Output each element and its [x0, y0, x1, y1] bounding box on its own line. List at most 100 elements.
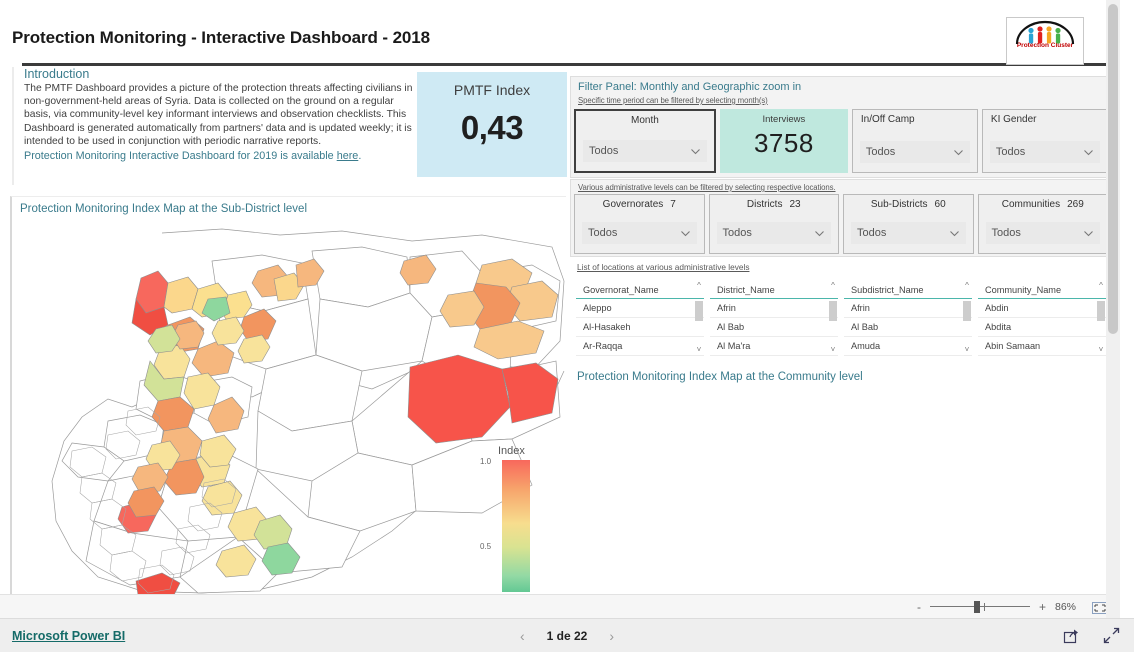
slicer-in-off-camp[interactable]: In/Off Camp Todos — [851, 109, 978, 173]
slicer-month-dropdown[interactable]: Todos — [583, 140, 707, 162]
subdistrict-map-panel: Protection Monitoring Index Map at the S… — [10, 196, 566, 595]
legend-gradient-wrap: 1.0 0.5 — [480, 457, 544, 592]
slicer-governorates-header: Governorates 7 — [575, 195, 704, 210]
listbox-governorate-scrollbar[interactable]: ^ ˅ — [694, 281, 704, 356]
zoom-out-button[interactable]: - — [917, 600, 921, 614]
page-scrollbar[interactable] — [1106, 0, 1120, 618]
slicer-communities[interactable]: Communities 269 Todos — [977, 194, 1108, 254]
slicer-in-off-camp-dropdown[interactable]: Todos — [859, 141, 970, 163]
slicer-month-value: Todos — [589, 145, 619, 157]
list-item[interactable]: Amuda — [844, 337, 972, 356]
page-indicator: 1 de 22 — [546, 628, 588, 643]
link-prefix-text: Protection Monitoring Interactive Dashbo… — [24, 150, 337, 163]
page-scrollbar-thumb[interactable] — [1108, 4, 1118, 334]
list-item[interactable]: Abdin — [978, 299, 1106, 318]
scroll-up-icon[interactable]: ^ — [962, 281, 972, 292]
report-footer: Microsoft Power BI ‹ 1 de 22 › — [0, 618, 1134, 652]
filter-panel: Filter Panel: Monthly and Geographic zoo… — [570, 76, 1110, 178]
listbox-subdistrict[interactable]: Subdistrict_Name Afrin Al Bab Amuda ^ ˅ — [844, 281, 972, 356]
slicer-communities-count: 269 — [1067, 199, 1084, 210]
slicer-sub-districts-dropdown[interactable]: Todos — [851, 222, 966, 244]
scroll-down-icon[interactable]: ˅ — [828, 345, 838, 356]
zoom-slider-thumb[interactable] — [973, 600, 980, 613]
slicer-districts[interactable]: Districts 23 Todos — [708, 194, 839, 254]
chevron-down-icon — [1083, 147, 1094, 158]
scroll-down-icon[interactable]: ˅ — [694, 345, 704, 356]
listbox-subdistrict-header: Subdistrict_Name — [844, 281, 972, 299]
slicer-ki-gender-dropdown[interactable]: Todos — [989, 141, 1100, 163]
slicer-governorates-value: Todos — [588, 227, 618, 239]
legend-title: Index — [498, 445, 525, 457]
listbox-district[interactable]: District_Name Afrin Al Bab Al Ma'ra ^ ˅ — [710, 281, 838, 356]
filter-slicer-row: Month Todos Interviews 3758 In/Off Camp — [574, 109, 1108, 173]
list-item[interactable]: Al Ma'ra — [710, 337, 838, 356]
slicer-ki-gender-label: KI Gender — [990, 114, 1037, 125]
list-item[interactable]: Ar-Raqqa — [576, 337, 704, 356]
geo-slicer-row: Governorates 7 Todos Districts 23 Todos — [574, 194, 1108, 254]
zoom-toolbar: - + 86% — [0, 594, 1120, 618]
slicer-districts-dropdown[interactable]: Todos — [716, 222, 831, 244]
zoom-slider[interactable] — [929, 600, 1030, 613]
map-legend: Index 1.0 0.5 — [480, 445, 544, 592]
list-item[interactable]: Afrin — [710, 299, 838, 318]
community-map-title: Protection Monitoring Index Map at the C… — [577, 371, 863, 383]
listbox-community-header: Community_Name — [978, 281, 1106, 299]
slicer-governorates[interactable]: Governorates 7 Todos — [574, 194, 705, 254]
list-item[interactable]: Aleppo — [576, 299, 704, 318]
list-item[interactable]: Abin Samaan — [978, 337, 1106, 356]
legend-tick-high: 1.0 — [480, 457, 492, 466]
scrollbar-thumb[interactable] — [963, 301, 971, 321]
slicer-governorates-dropdown[interactable]: Todos — [582, 222, 697, 244]
scroll-up-icon[interactable]: ^ — [1096, 281, 1106, 292]
previous-page-icon[interactable]: ‹ — [520, 628, 525, 644]
listbox-district-scrollbar[interactable]: ^ ˅ — [828, 281, 838, 356]
zoom-slider-tick — [983, 602, 985, 611]
scroll-up-icon[interactable]: ^ — [694, 281, 704, 292]
slicer-in-off-camp-label: In/Off Camp — [860, 114, 915, 125]
chevron-down-icon — [949, 228, 960, 239]
list-item[interactable]: Al Bab — [710, 318, 838, 337]
scroll-down-icon[interactable]: ˅ — [1096, 345, 1106, 356]
scrollbar-thumb[interactable] — [1097, 301, 1105, 321]
listbox-community[interactable]: Community_Name Abdin Abdita Abin Samaan … — [978, 281, 1106, 356]
slicer-sub-districts[interactable]: Sub-Districts 60 Todos — [843, 194, 974, 254]
slicer-communities-value: Todos — [991, 227, 1021, 239]
subdistrict-map-title: Protection Monitoring Index Map at the S… — [20, 203, 307, 215]
listbox-community-scrollbar[interactable]: ^ ˅ — [1096, 281, 1106, 356]
pmtf-index-card: PMTF Index 0,43 — [417, 72, 567, 177]
scroll-down-icon[interactable]: ˅ — [962, 345, 972, 356]
list-item[interactable]: Al Bab — [844, 318, 972, 337]
share-icon[interactable] — [1063, 628, 1079, 644]
slicer-sub-districts-value: Todos — [857, 227, 887, 239]
slicer-sub-districts-label: Sub-Districts — [870, 199, 928, 210]
list-item[interactable]: Al-Hasakeh — [576, 318, 704, 337]
listbox-governorate-header: Governorat_Name — [576, 281, 704, 299]
location-lists: Governorat_Name Aleppo Al-Hasakeh Ar-Raq… — [576, 281, 1106, 356]
listbox-governorate[interactable]: Governorat_Name Aleppo Al-Hasakeh Ar-Raq… — [576, 281, 704, 356]
report-canvas: Protection Monitoring - Interactive Dash… — [0, 0, 1120, 618]
pmtf-index-label: PMTF Index — [453, 82, 531, 98]
scrollbar-thumb[interactable] — [829, 301, 837, 321]
introduction-body: The PMTF Dashboard provides a picture of… — [24, 83, 413, 147]
slicer-month[interactable]: Month Todos — [574, 109, 716, 173]
slicer-ki-gender[interactable]: KI Gender Todos — [981, 109, 1108, 173]
fullscreen-icon[interactable] — [1103, 627, 1120, 644]
next-page-icon[interactable]: › — [609, 628, 614, 644]
here-link[interactable]: here — [337, 150, 359, 162]
pmtf-index-value: 0,43 — [460, 109, 524, 146]
list-item[interactable]: Afrin — [844, 299, 972, 318]
link-suffix-text: . — [358, 150, 362, 163]
listbox-subdistrict-scrollbar[interactable]: ^ ˅ — [962, 281, 972, 356]
geo-panel-subtitle: Various administrative levels can be fil… — [578, 183, 836, 192]
scroll-up-icon[interactable]: ^ — [828, 281, 838, 292]
chevron-down-icon — [814, 228, 825, 239]
zoom-in-button[interactable]: + — [1039, 600, 1046, 614]
scrollbar-thumb[interactable] — [695, 301, 703, 321]
slicer-communities-dropdown[interactable]: Todos — [985, 222, 1100, 244]
dashboard-2019-link-line: Protection Monitoring Interactive Dashbo… — [24, 149, 417, 164]
chevron-down-icon — [680, 228, 691, 239]
slicer-sub-districts-count: 60 — [934, 199, 946, 210]
zoom-percent: 86% — [1055, 600, 1077, 613]
list-item[interactable]: Abdita — [978, 318, 1106, 337]
kpi-interviews-label: Interviews — [762, 114, 806, 125]
